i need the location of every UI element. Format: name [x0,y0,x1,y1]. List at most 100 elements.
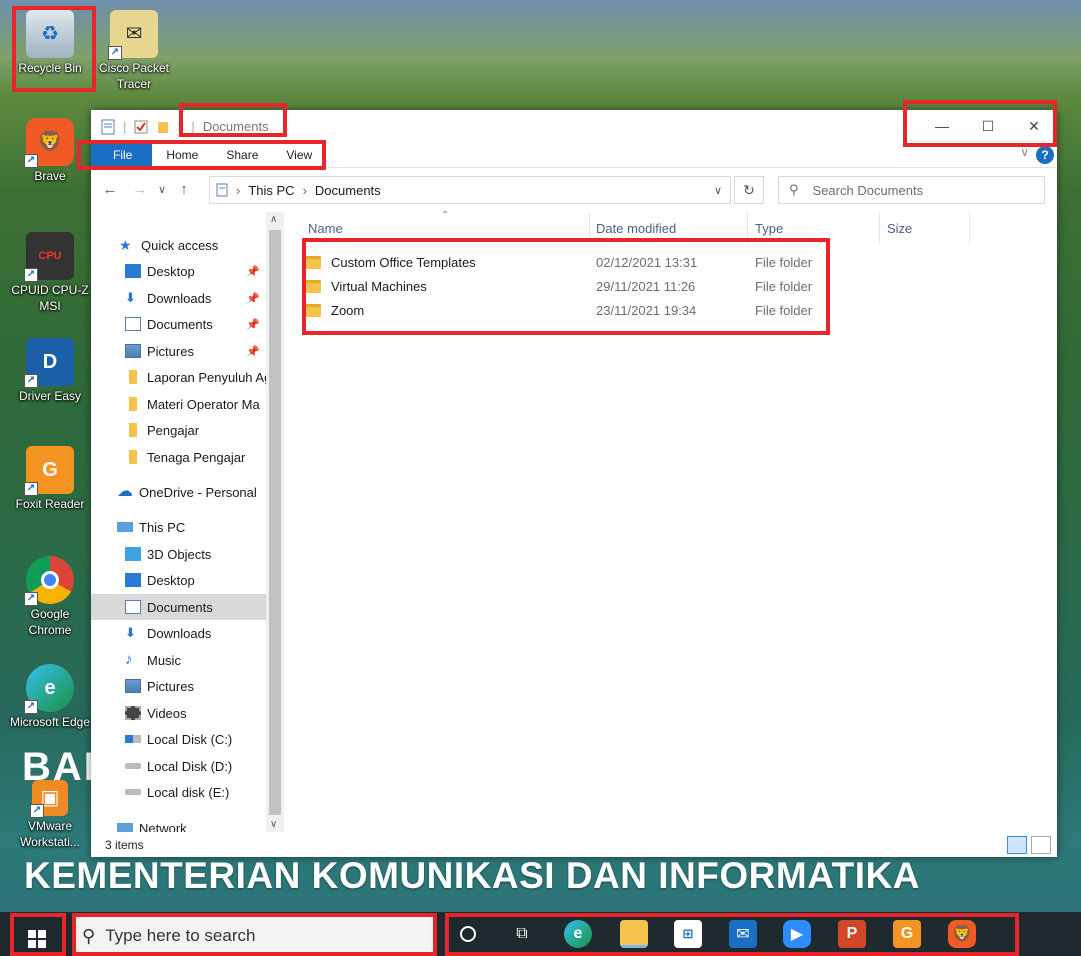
zoom-icon[interactable]: ▶ [783,920,811,948]
column-header-type[interactable]: Type [755,212,783,244]
nav-pc-pictures[interactable]: Pictures [91,673,266,699]
mail-icon[interactable]: ✉ [729,920,757,948]
minimize-button[interactable]: — [919,110,965,142]
details-view-icon[interactable] [1007,836,1027,854]
address-dropdown-icon[interactable]: ∨ [714,184,722,197]
nav-qa-tenaga-pengajar[interactable]: Tenaga Pengajar [91,444,266,470]
column-header-date-modified[interactable]: Date modified [596,212,676,244]
desktop-icon-label: Google Chrome [28,607,72,637]
nav-pc-videos[interactable]: Videos [91,700,266,726]
foxit-reader-icon: G ↗ [24,446,74,496]
documents-icon [125,600,141,614]
nav-pc-music[interactable]: ♪ Music [91,647,266,673]
taskbar-search-input[interactable]: ⚲ Type here to search [72,916,437,956]
status-bar: 3 items [91,832,1057,857]
search-icon: ⚲ [82,925,96,946]
column-divider[interactable] [879,212,880,244]
nav-qa-pictures[interactable]: Pictures 📌 [91,338,266,364]
close-button[interactable]: ✕ [1011,110,1057,142]
nav-pc-3d-objects[interactable]: 3D Objects [91,541,266,567]
properties-icon[interactable] [101,119,115,135]
file-type: File folder [755,302,813,318]
nav-qa-downloads[interactable]: ⬇ Downloads 📌 [91,285,266,311]
breadcrumb-documents[interactable]: Documents [315,183,381,198]
edge-taskbar-icon[interactable]: e [564,920,592,948]
search-icon: ⚲ [789,182,799,197]
nav-pc-local-disk-e[interactable]: Local disk (E:) [91,779,266,805]
maximize-button[interactable]: ☐ [965,110,1011,142]
nav-pc-local-disk-d[interactable]: Local Disk (D:) [91,753,266,779]
recent-locations-icon[interactable]: ∨ [151,183,173,196]
desktop-icon-cpuz[interactable]: CPU ↗ CPUID CPU-Z MSI [8,232,92,314]
tab-file[interactable]: File [91,143,153,167]
powerpoint-icon[interactable]: P [838,920,866,948]
column-header-size[interactable]: Size [887,212,912,244]
nav-qa-desktop[interactable]: Desktop 📌 [91,258,266,284]
help-icon[interactable]: ? [1036,146,1054,164]
new-folder-icon[interactable] [156,119,170,135]
task-view-icon[interactable]: ⧉ [508,920,536,948]
nav-quick-access[interactable]: ★ Quick access [91,232,266,258]
desktop-icon-foxit-reader[interactable]: G ↗ Foxit Reader [8,446,92,512]
nav-qa-documents[interactable]: Documents 📌 [91,311,266,337]
expand-ribbon-icon[interactable]: ∨ [1020,145,1029,159]
scroll-up-icon[interactable]: ∧ [270,214,277,225]
desktop-icon-brave[interactable]: 🦁 ↗ Brave [8,118,92,184]
documents-icon [125,317,141,331]
file-name: Zoom [331,302,365,318]
column-divider[interactable] [589,212,590,244]
start-button[interactable] [14,922,60,956]
desktop-icon-microsoft-edge[interactable]: e ↗ Microsoft Edge [8,664,92,730]
column-header-name[interactable]: Name [308,212,343,244]
cortana-icon[interactable] [454,920,482,948]
desktop-icon-driver-easy[interactable]: D ↗ Driver Easy [8,338,92,404]
nav-onedrive[interactable]: ☁ OneDrive - Personal [91,479,266,505]
microsoft-store-icon[interactable]: ⊞ [674,920,702,948]
nav-pc-documents[interactable]: Documents [91,594,266,620]
pictures-icon [125,679,141,693]
nav-qa-pengajar[interactable]: Pengajar [91,417,266,443]
nav-label: Network [139,820,187,833]
desktop-icon-cisco-packet-tracer[interactable]: ✉ ↗ Cisco Packet Tracer [92,10,176,92]
customize-toolbar-icon[interactable]: ▾ [178,121,183,132]
checkmark-icon[interactable] [134,119,148,135]
nav-pc-local-disk-c[interactable]: Local Disk (C:) [91,726,266,752]
scrollbar-thumb[interactable] [269,230,281,815]
back-arrow-icon[interactable]: ← [99,181,121,198]
desktop-icon-google-chrome[interactable]: ↗ Google Chrome [8,556,92,638]
file-row[interactable]: Virtual Machines 29/11/2021 11:26 File f… [305,274,845,298]
file-explorer-taskbar-icon[interactable] [620,920,648,948]
file-row[interactable]: Zoom 23/11/2021 19:34 File folder [305,298,845,322]
search-input[interactable]: ⚲ Search Documents [778,176,1045,204]
up-arrow-icon[interactable]: ↑ [173,181,195,198]
quick-access-toolbar: | ▾ | Documents [91,119,269,135]
nav-network[interactable]: Network [91,815,266,832]
tab-share[interactable]: Share [212,143,272,167]
desktop-icon-recycle-bin[interactable]: ♻ Recycle Bin [8,10,92,76]
nav-qa-materi[interactable]: Materi Operator Ma [91,391,266,417]
search-placeholder: Search Documents [812,182,924,198]
tab-view[interactable]: View [272,143,326,167]
refresh-icon[interactable]: ↻ [734,176,764,204]
forward-arrow-icon[interactable]: → [129,181,151,198]
address-bar[interactable]: › This PC › Documents ∨ [209,176,731,204]
brave-taskbar-icon[interactable]: 🦁 [948,920,976,948]
nav-this-pc[interactable]: This PC [91,514,266,540]
pin-icon: 📌 [246,265,260,278]
scroll-down-icon[interactable]: ∨ [270,819,277,830]
file-row[interactable]: Custom Office Templates 02/12/2021 13:31… [305,250,845,274]
shortcut-arrow-icon: ↗ [24,592,38,606]
breadcrumb-this-pc[interactable]: This PC [248,183,294,198]
title-bar[interactable]: | ▾ | Documents — ☐ ✕ [91,110,1057,143]
sort-ascending-icon: ⌃ [441,210,450,221]
foxit-reader-taskbar-icon[interactable]: G [893,920,921,948]
desktop-icon-vmware[interactable]: ▣ ↗ VMware Workstati... [8,780,92,850]
nav-scrollbar[interactable]: ∧ ∨ [266,212,284,832]
large-icons-view-icon[interactable] [1031,836,1051,854]
nav-qa-laporan[interactable]: Laporan Penyuluh Ag [91,364,266,390]
nav-pc-downloads[interactable]: ⬇ Downloads [91,620,266,646]
column-divider[interactable] [969,212,970,244]
column-divider[interactable] [747,212,748,244]
nav-pc-desktop[interactable]: Desktop [91,567,266,593]
tab-home[interactable]: Home [152,143,212,167]
